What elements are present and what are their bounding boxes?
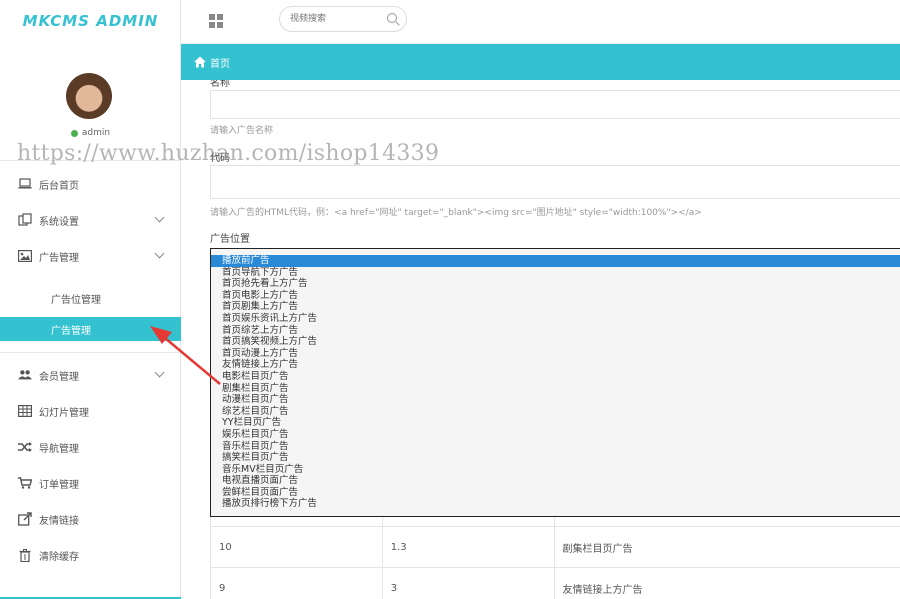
sidebar-subitem-label: 广告管理 (51, 325, 91, 337)
avatar[interactable] (66, 73, 112, 119)
ad-code-field[interactable] (210, 165, 900, 199)
sidebar-item-navigation[interactable]: 导航管理 (0, 431, 181, 463)
sidebar-item-clear-cache[interactable]: 清除缓存 (0, 539, 181, 571)
sidebar-item-label: 友情链接 (39, 515, 79, 527)
settings-icon (18, 213, 32, 227)
image-icon (18, 249, 32, 263)
select-option[interactable]: 首页娱乐资讯上方广告 (211, 313, 900, 325)
table-icon (18, 404, 32, 418)
select-option[interactable]: 首页导航下方广告 (211, 267, 900, 279)
sidebar-item-label: 广告管理 (39, 252, 79, 264)
select-option[interactable]: 首页综艺上方广告 (211, 325, 900, 337)
select-option[interactable]: 友情链接上方广告 (211, 359, 900, 371)
select-option[interactable]: 动漫栏目页广告 (211, 394, 900, 406)
sidebar-item-label: 导航管理 (39, 443, 79, 455)
external-link-icon (18, 512, 32, 526)
select-option[interactable]: 首页剧集上方广告 (211, 301, 900, 313)
user-name: admin (81, 128, 111, 138)
code-label: 代码 (210, 153, 230, 164)
sidebar-subitem-label: 广告位管理 (51, 294, 101, 306)
select-option[interactable]: 搞笑栏目页广告 (211, 452, 900, 464)
table-cell: 10 (211, 527, 383, 567)
select-option[interactable]: 首页抢先看上方广告 (211, 278, 900, 290)
ad-name-field[interactable] (210, 90, 900, 119)
select-option[interactable]: 播放前广告 (211, 255, 900, 267)
sidebar-item-label: 系统设置 (39, 216, 79, 228)
breadcrumb: 首页 (181, 44, 900, 80)
table-row[interactable]: 10 1.3 剧集栏目页广告 (211, 527, 900, 568)
sidebar-item-system-settings[interactable]: 系统设置 (0, 204, 181, 236)
sidebar: MKCMS ADMIN admin 后台首页 系统设置 广告管理 广告位管理 广… (0, 0, 181, 599)
ad-name-hint: 请输入广告名称 (210, 126, 274, 136)
chevron-down-icon[interactable] (154, 367, 165, 378)
chevron-down-icon[interactable] (154, 212, 165, 223)
select-option[interactable]: 首页动漫上方广告 (211, 348, 900, 360)
select-option[interactable]: 电视直播页面广告 (211, 475, 900, 487)
app-logo[interactable]: MKCMS ADMIN (0, 0, 181, 42)
table-cell: 友情链接上方广告 (562, 584, 643, 596)
select-option[interactable]: YY栏目页广告 (211, 417, 900, 429)
name-label: 名称 (210, 80, 230, 89)
shuffle-icon (18, 440, 32, 454)
chevron-down-icon[interactable] (154, 248, 165, 259)
user-status: admin (0, 128, 181, 138)
sidebar-item-label: 后台首页 (39, 180, 79, 192)
select-option[interactable]: 剧集栏目页广告 (211, 383, 900, 395)
grid-menu-icon[interactable] (209, 14, 223, 28)
sidebar-item-orders[interactable]: 订单管理 (0, 467, 181, 499)
sidebar-item-ad-management[interactable]: 广告管理 (0, 240, 181, 272)
table-cell: 9 (211, 568, 383, 599)
select-option[interactable]: 尝鲜栏目页面广告 (211, 487, 900, 499)
sidebar-item-slideshow[interactable]: 幻灯片管理 (0, 395, 181, 427)
sidebar-subitem-ad-slot-management[interactable]: 广告位管理 (0, 286, 181, 310)
sidebar-item-label: 清除缓存 (39, 551, 79, 563)
sidebar-item-label: 订单管理 (39, 479, 79, 491)
ad-table: 10 1.3 剧集栏目页广告 9 3 友情链接上方广告 (210, 517, 900, 599)
select-option[interactable]: 综艺栏目页广告 (211, 406, 900, 418)
trash-icon (18, 548, 32, 562)
sidebar-item-label: 幻灯片管理 (39, 407, 89, 419)
ad-code-hint: 请输入广告的HTML代码，例：<a href="网址" target="_bla… (210, 208, 702, 218)
divider (0, 160, 181, 161)
sidebar-item-label: 会员管理 (39, 371, 79, 383)
select-option[interactable]: 播放页排行榜下方广告 (211, 498, 900, 510)
sidebar-item-friend-links[interactable]: 友情链接 (0, 503, 181, 535)
sidebar-item-members[interactable]: 会员管理 (0, 359, 181, 391)
select-option[interactable]: 娱乐栏目页广告 (211, 429, 900, 441)
table-cell: 1.3 (383, 527, 555, 567)
search-icon[interactable] (387, 13, 397, 23)
select-option[interactable]: 首页电影上方广告 (211, 290, 900, 302)
cart-icon (18, 476, 32, 490)
select-option[interactable]: 首页搞笑视频上方广告 (211, 336, 900, 348)
online-status-dot (70, 129, 78, 137)
select-option[interactable]: 音乐栏目页广告 (211, 441, 900, 453)
table-row[interactable]: 9 3 友情链接上方广告 (211, 568, 900, 599)
divider (0, 352, 181, 353)
select-option[interactable]: 音乐MV栏目页广告 (211, 464, 900, 476)
main-content: 名称 请输入广告名称 代码 请输入广告的HTML代码，例：<a href="网址… (181, 80, 900, 599)
sidebar-subitem-ad-management[interactable]: 广告管理 (0, 317, 181, 341)
table-cell: 3 (383, 568, 555, 599)
select-option[interactable]: 电影栏目页广告 (211, 371, 900, 383)
topbar (181, 0, 900, 44)
table-row (211, 517, 900, 527)
laptop-icon (18, 177, 32, 191)
position-label: 广告位置 (210, 234, 250, 245)
breadcrumb-home[interactable]: 首页 (210, 55, 230, 70)
ad-position-select[interactable]: 播放前广告 首页导航下方广告 首页抢先看上方广告 首页电影上方广告 首页剧集上方广告 首页… (210, 248, 900, 517)
users-icon (18, 368, 32, 382)
table-cell: 剧集栏目页广告 (562, 543, 633, 555)
home-icon (194, 56, 206, 68)
sidebar-item-dashboard[interactable]: 后台首页 (0, 168, 181, 200)
